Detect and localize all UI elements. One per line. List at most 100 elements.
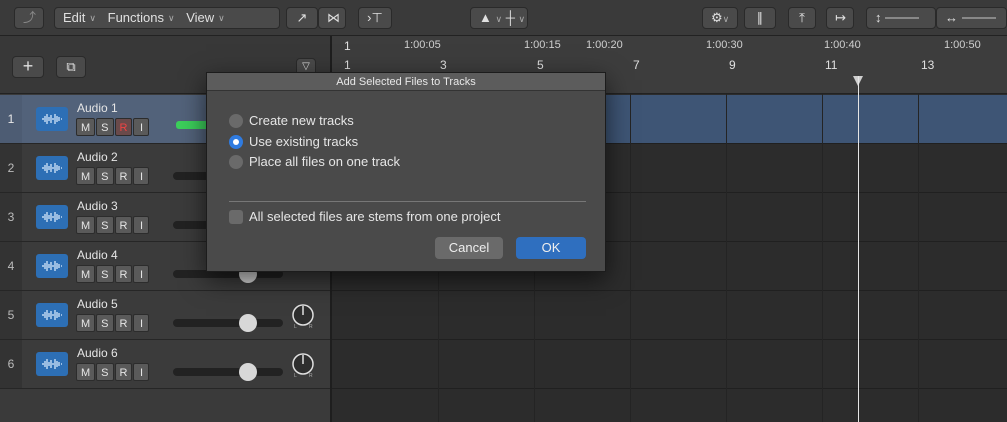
flex-icon[interactable]: ⋈ — [318, 7, 346, 29]
add-track-button[interactable]: + — [12, 56, 44, 78]
svg-text:R: R — [309, 373, 313, 378]
volume-fader[interactable] — [173, 363, 283, 381]
radio-button[interactable] — [229, 113, 243, 128]
radio-button[interactable] — [229, 134, 243, 149]
input-monitor-button[interactable]: I — [133, 216, 150, 234]
track-name[interactable]: Audio 1 — [77, 101, 118, 115]
input-monitor-button[interactable]: I — [133, 265, 150, 283]
track-name[interactable]: Audio 6 — [77, 346, 118, 360]
input-monitor-button[interactable]: I — [133, 167, 150, 185]
chevron-down-icon: ∨ — [89, 13, 96, 23]
solo-button[interactable]: S — [96, 118, 114, 136]
ruler-bar-label: 3 — [440, 58, 447, 72]
fader-knob[interactable] — [239, 363, 257, 381]
ruler-bar-label: 1 — [344, 58, 351, 72]
grid-line — [630, 94, 631, 422]
track-name[interactable]: Audio 2 — [77, 150, 118, 164]
divider — [229, 201, 586, 202]
chevron-down-icon: ∨ — [168, 13, 175, 23]
track-lane[interactable] — [332, 340, 1007, 389]
gear-icon[interactable]: ⚙∨ — [702, 7, 738, 29]
stems-checkbox[interactable] — [229, 209, 243, 224]
input-monitor-button[interactable]: I — [133, 363, 150, 381]
pointer-tool-icon[interactable]: ▲ ∨ ┼ ∨ — [470, 7, 528, 29]
duplicate-track-icon[interactable]: ⧉ — [56, 56, 86, 78]
input-monitor-button[interactable]: I — [133, 314, 150, 332]
audio-waveform-icon — [36, 254, 68, 278]
audio-waveform-icon — [36, 156, 68, 180]
audio-waveform-icon — [36, 303, 68, 327]
track-buttons: M S R I — [76, 167, 150, 185]
option-label: Create new tracks — [249, 113, 354, 128]
solo-button[interactable]: S — [96, 216, 114, 234]
waveform-icon[interactable]: ∥ — [744, 7, 776, 29]
cancel-button[interactable]: Cancel — [435, 237, 503, 259]
grid-line — [822, 94, 823, 422]
option-use-existing-tracks[interactable]: Use existing tracks — [229, 134, 358, 149]
mute-button[interactable]: M — [76, 314, 96, 332]
track-buttons: M S R I — [76, 314, 150, 332]
solo-button[interactable]: S — [96, 167, 114, 185]
fader-knob[interactable] — [239, 314, 257, 332]
track-number: 6 — [0, 340, 22, 388]
mute-button[interactable]: M — [76, 363, 96, 381]
option-create-new-tracks[interactable]: Create new tracks — [229, 113, 354, 128]
solo-button[interactable]: S — [96, 363, 114, 381]
ruler-time-label: 1:00:05 — [404, 39, 441, 51]
track-name[interactable]: Audio 4 — [77, 248, 118, 262]
track-row[interactable]: 5 Audio 5 M S R I LR — [0, 291, 330, 340]
dialog-title: Add Selected Files to Tracks — [207, 73, 605, 91]
pan-knob-icon[interactable]: LR — [290, 303, 316, 330]
ruler-time-label: 1:00:40 — [824, 39, 861, 51]
pan-knob-icon[interactable]: LR — [290, 352, 316, 379]
mute-button[interactable]: M — [76, 265, 96, 283]
mute-button[interactable]: M — [76, 118, 96, 136]
vertical-fit-icon[interactable]: ⤒ — [788, 7, 816, 29]
menu-edit[interactable]: Edit ∨ — [63, 8, 96, 28]
track-row[interactable]: 6 Audio 6 M S R I LR — [0, 340, 330, 389]
input-monitor-button[interactable]: I — [133, 118, 150, 136]
record-enable-button[interactable]: R — [114, 216, 133, 234]
track-buttons: M S R I — [76, 118, 150, 136]
record-enable-button[interactable]: R — [114, 314, 133, 332]
solo-button[interactable]: S — [96, 314, 114, 332]
svg-text:L: L — [294, 324, 297, 329]
stems-checkbox-row[interactable]: All selected files are stems from one pr… — [229, 209, 500, 224]
ruler-time-label: 1:00:30 — [706, 39, 743, 51]
ok-button[interactable]: OK — [516, 237, 586, 259]
track-number: 5 — [0, 291, 22, 339]
chevron-down-icon: ∨ — [218, 13, 225, 23]
ruler-time-label: 1:00:50 — [944, 39, 981, 51]
mute-button[interactable]: M — [76, 216, 96, 234]
automation-icon[interactable]: ↗ — [286, 7, 318, 29]
radio-button[interactable] — [229, 154, 243, 169]
record-enable-button[interactable]: R — [114, 167, 133, 185]
audio-waveform-icon — [36, 205, 68, 229]
ruler-time-label: 1:00:20 — [586, 39, 623, 51]
track-name[interactable]: Audio 3 — [77, 199, 118, 213]
track-number: 1 — [0, 95, 22, 143]
record-enable-button[interactable]: R — [114, 363, 133, 381]
svg-text:R: R — [309, 324, 313, 329]
track-lane[interactable] — [332, 291, 1007, 340]
track-number: 4 — [0, 242, 22, 290]
ruler-bar-label: 9 — [729, 58, 736, 72]
menu-functions[interactable]: Functions ∨ — [108, 8, 175, 28]
menu-view[interactable]: View ∨ — [186, 8, 225, 28]
solo-button[interactable]: S — [96, 265, 114, 283]
svg-text:L: L — [294, 373, 297, 378]
grid-line — [918, 94, 919, 422]
horizontal-zoom-slider[interactable]: ↔ — [936, 7, 1007, 29]
record-enable-button[interactable]: R — [114, 118, 133, 136]
record-enable-button[interactable]: R — [114, 265, 133, 283]
playhead[interactable] — [858, 76, 859, 422]
audio-waveform-icon — [36, 107, 68, 131]
track-name[interactable]: Audio 5 — [77, 297, 118, 311]
mute-button[interactable]: M — [76, 167, 96, 185]
horizontal-fit-icon[interactable]: ↦ — [826, 7, 854, 29]
volume-fader[interactable] — [173, 314, 283, 332]
option-place-on-one-track[interactable]: Place all files on one track — [229, 154, 400, 169]
catch-icon[interactable]: ›⊤ — [358, 7, 392, 29]
vertical-zoom-slider[interactable]: ↕ — [866, 7, 936, 29]
back-icon[interactable]: ⤴ — [14, 7, 44, 29]
